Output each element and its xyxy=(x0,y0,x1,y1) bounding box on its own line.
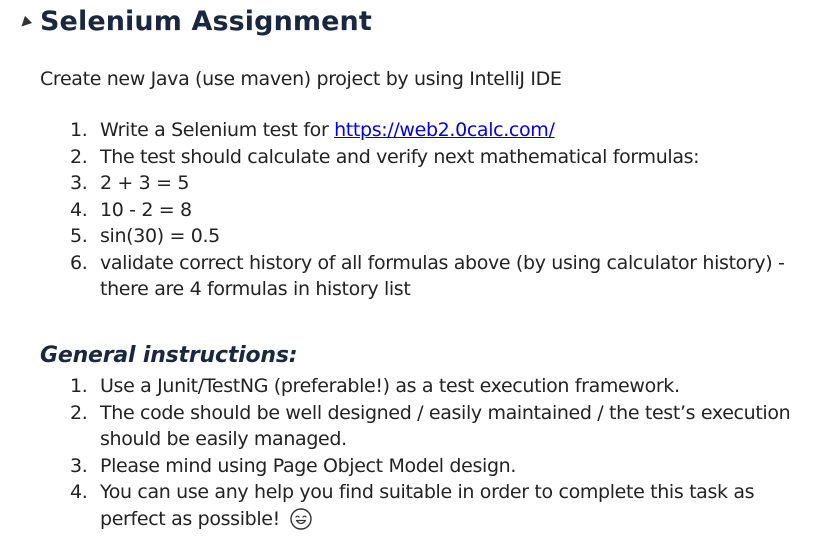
list-number: 3. xyxy=(70,454,88,477)
list-number: 2. xyxy=(70,401,88,424)
list-item-text: validate correct history of all formulas… xyxy=(100,251,785,301)
calculator-link[interactable]: https://web2.0calc.com/ xyxy=(334,119,555,141)
list-item: 1. Write a Selenium test for https://web… xyxy=(0,117,820,144)
general-instructions-list: 1. Use a Junit/TestNG (preferable!) as a… xyxy=(0,373,815,537)
list-item-text: sin(30) = 0.5 xyxy=(100,225,220,247)
page-title: Selenium Assignment xyxy=(40,6,372,37)
list-item-text: Write a Selenium test for xyxy=(100,119,335,141)
list-item-text: Use a Junit/TestNG (preferable!) as a te… xyxy=(100,375,680,397)
list-number: 5. xyxy=(70,225,88,247)
list-item: 4. 10 - 2 = 8 xyxy=(0,197,820,224)
list-item: 1. Use a Junit/TestNG (preferable!) as a… xyxy=(0,373,815,400)
list-item-text: 2 + 3 = 5 xyxy=(100,172,190,194)
list-number: 3. xyxy=(70,172,88,194)
list-item: 3. 2 + 3 = 5 xyxy=(0,170,820,197)
list-item: 6. validate correct history of all formu… xyxy=(0,250,820,303)
list-number: 2. xyxy=(70,145,88,168)
intro-text: Create new Java (use maven) project by u… xyxy=(40,68,562,90)
list-item: 3. Please mind using Page Object Model d… xyxy=(0,453,815,480)
smiling-face-icon xyxy=(289,507,312,538)
list-item: 5. sin(30) = 0.5 xyxy=(0,223,820,250)
list-item: 2. The test should calculate and verify … xyxy=(0,144,820,171)
list-number: 1. xyxy=(70,375,88,397)
list-item: 4. You can use any help you find suitabl… xyxy=(0,479,815,537)
list-item-text: You can use any help you find suitable i… xyxy=(100,481,755,530)
list-item-text: The code should be well designed / easil… xyxy=(100,401,791,451)
collapse-triangle-icon[interactable] xyxy=(17,15,33,31)
assignment-steps-list: 1. Write a Selenium test for https://web… xyxy=(0,117,820,303)
list-item-text: The test should calculate and verify nex… xyxy=(100,145,700,168)
list-number: 4. xyxy=(70,481,88,503)
list-item-text: 10 - 2 = 8 xyxy=(100,198,192,221)
list-item: 2. The code should be well designed / ea… xyxy=(0,400,815,453)
list-number: 6. xyxy=(70,251,88,274)
general-instructions-heading: General instructions: xyxy=(40,343,298,368)
list-item-text: Please mind using Page Object Model desi… xyxy=(100,454,517,477)
list-number: 1. xyxy=(70,119,88,141)
list-number: 4. xyxy=(70,198,88,221)
